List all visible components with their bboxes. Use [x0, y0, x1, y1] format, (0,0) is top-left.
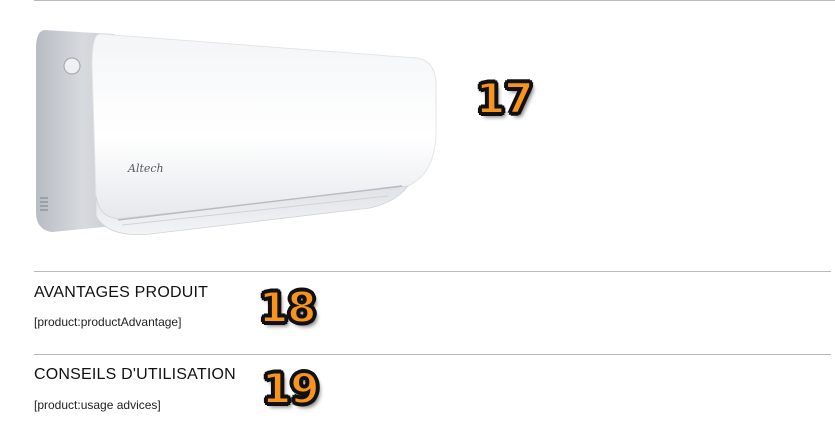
advantages-heading: AVANTAGES PRODUIT: [34, 284, 209, 301]
top-divider: [34, 0, 835, 1]
svg-text:Altech: Altech: [127, 162, 164, 175]
section-divider-advantages: [34, 271, 831, 272]
advantages-placeholder-text: [product:productAdvantage]: [34, 315, 182, 329]
air-conditioner-image: Altech: [36, 30, 437, 235]
usage-heading: CONSEILS D'UTILISATION: [34, 366, 236, 383]
annotation-badge-17: 17: [475, 74, 534, 123]
annotation-badge-19: 19: [261, 364, 320, 413]
annotation-badge-18: 18: [258, 283, 317, 332]
usage-placeholder-text: [product:usage advices]: [34, 398, 161, 412]
section-divider-usage: [34, 354, 831, 355]
